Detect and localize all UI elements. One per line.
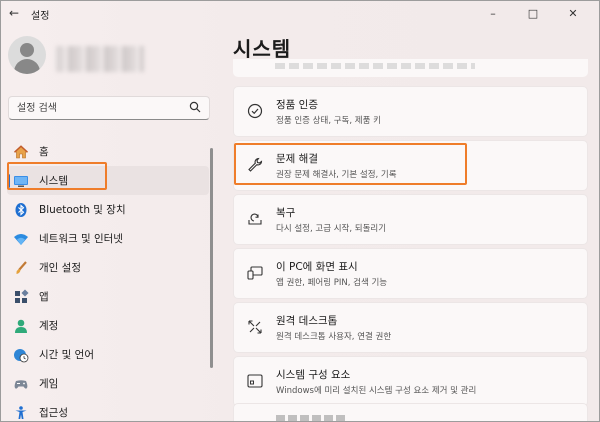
project-screen-icon — [247, 266, 263, 280]
bluetooth-icon — [13, 202, 29, 218]
sidebar-item-label: 시스템 — [39, 175, 68, 187]
card-subtitle: 앱 권한, 페어링 PIN, 검색 기능 — [276, 278, 388, 288]
sidebar-nav: 홈 시스템 Bluetooth 및 장치 네트워크 및 인터넷 개인 설정 앱 … — [7, 137, 209, 421]
sidebar-item-label: 접근성 — [39, 407, 68, 419]
remote-desktop-icon — [248, 320, 262, 334]
card-title: 원격 데스크톱 — [276, 315, 338, 327]
window-title: 설정 — [31, 11, 50, 22]
globe-clock-icon — [13, 347, 29, 363]
search-box[interactable] — [8, 96, 210, 120]
wifi-icon — [13, 231, 29, 247]
brush-icon — [13, 260, 29, 276]
settings-card-partial-bottom[interactable] — [233, 403, 588, 421]
sidebar-item-label: 홈 — [39, 146, 49, 158]
account-icon — [13, 318, 29, 334]
sidebar-item-label: 게임 — [39, 378, 59, 390]
maximize-button[interactable]: □ — [513, 3, 553, 23]
card-title: 시스템 구성 요소 — [276, 369, 351, 381]
user-name-redacted — [56, 46, 144, 72]
system-components-icon — [247, 374, 263, 388]
search-input[interactable] — [17, 100, 187, 116]
sidebar-item-label: 앱 — [39, 291, 49, 303]
card-subtitle: 다시 설정, 고급 시작, 되돌리기 — [276, 224, 387, 234]
card-subtitle: 정품 인증 상태, 구독, 제품 키 — [276, 116, 381, 126]
sidebar-item-time-language[interactable]: 시간 및 언어 — [7, 340, 209, 369]
search-icon[interactable] — [189, 101, 201, 113]
minimize-button[interactable]: – — [473, 3, 513, 23]
page-title: 시스템 — [233, 37, 292, 61]
sidebar-item-label: 계정 — [39, 320, 59, 332]
card-title: 복구 — [276, 207, 296, 219]
sidebar-item-network[interactable]: 네트워크 및 인터넷 — [7, 224, 209, 253]
settings-window: ← 설정 – □ ✕ 홈 시스템 — [0, 0, 600, 422]
sidebar-item-label: Bluetooth 및 장치 — [39, 204, 126, 216]
title-bar: ← 설정 – □ ✕ — [1, 1, 599, 27]
sidebar-item-accessibility[interactable]: 접근성 — [7, 398, 209, 421]
sidebar-item-home[interactable]: 홈 — [7, 137, 209, 166]
window-controls: – □ ✕ — [473, 3, 593, 23]
sidebar-item-bluetooth[interactable]: Bluetooth 및 장치 — [7, 195, 209, 224]
system-display-icon — [13, 173, 29, 189]
sidebar-item-label: 네트워크 및 인터넷 — [39, 233, 123, 245]
sidebar-item-apps[interactable]: 앱 — [7, 282, 209, 311]
wrench-icon — [248, 157, 263, 172]
home-icon — [13, 144, 29, 160]
card-title: 정품 인증 — [276, 99, 318, 111]
apps-icon — [13, 288, 29, 305]
card-remote-desktop[interactable]: 원격 데스크톱 원격 데스크톱 사용자, 연결 권한 — [233, 302, 588, 353]
settings-card-partial[interactable] — [233, 59, 588, 77]
back-arrow-icon[interactable]: ← — [9, 6, 23, 20]
card-project-to-pc[interactable]: 이 PC에 화면 표시 앱 권한, 페어링 PIN, 검색 기능 — [233, 248, 588, 299]
check-circle-icon — [247, 103, 263, 119]
gamepad-icon — [13, 376, 29, 392]
recovery-icon — [248, 213, 262, 225]
user-avatar[interactable] — [8, 36, 46, 74]
sidebar-scrollbar[interactable] — [210, 148, 213, 368]
sidebar-item-accounts[interactable]: 계정 — [7, 311, 209, 340]
sidebar-item-label: 개인 설정 — [39, 262, 81, 274]
sidebar-item-personalization[interactable]: 개인 설정 — [7, 253, 209, 282]
sidebar-item-label: 시간 및 언어 — [39, 349, 94, 361]
card-activation[interactable]: 정품 인증 정품 인증 상태, 구독, 제품 키 — [233, 86, 588, 137]
card-troubleshoot[interactable]: 문제 해결 권장 문제 해결사, 기본 설정, 기록 — [233, 140, 588, 191]
card-recovery[interactable]: 복구 다시 설정, 고급 시작, 되돌리기 — [233, 194, 588, 245]
card-system-components[interactable]: 시스템 구성 요소 Windows에 미리 설치된 시스템 구성 요소 제거 및… — [233, 356, 588, 407]
card-subtitle: 원격 데스크톱 사용자, 연결 권한 — [276, 332, 392, 342]
sidebar-item-system[interactable]: 시스템 — [7, 166, 209, 195]
close-button[interactable]: ✕ — [553, 3, 593, 23]
accessibility-icon — [13, 405, 29, 421]
card-subtitle: Windows에 미리 설치된 시스템 구성 요소 제거 및 관리 — [276, 386, 477, 396]
sidebar-item-gaming[interactable]: 게임 — [7, 369, 209, 398]
card-title: 문제 해결 — [276, 153, 318, 165]
card-subtitle: 권장 문제 해결사, 기본 설정, 기록 — [276, 170, 397, 180]
card-title: 이 PC에 화면 표시 — [276, 261, 358, 273]
